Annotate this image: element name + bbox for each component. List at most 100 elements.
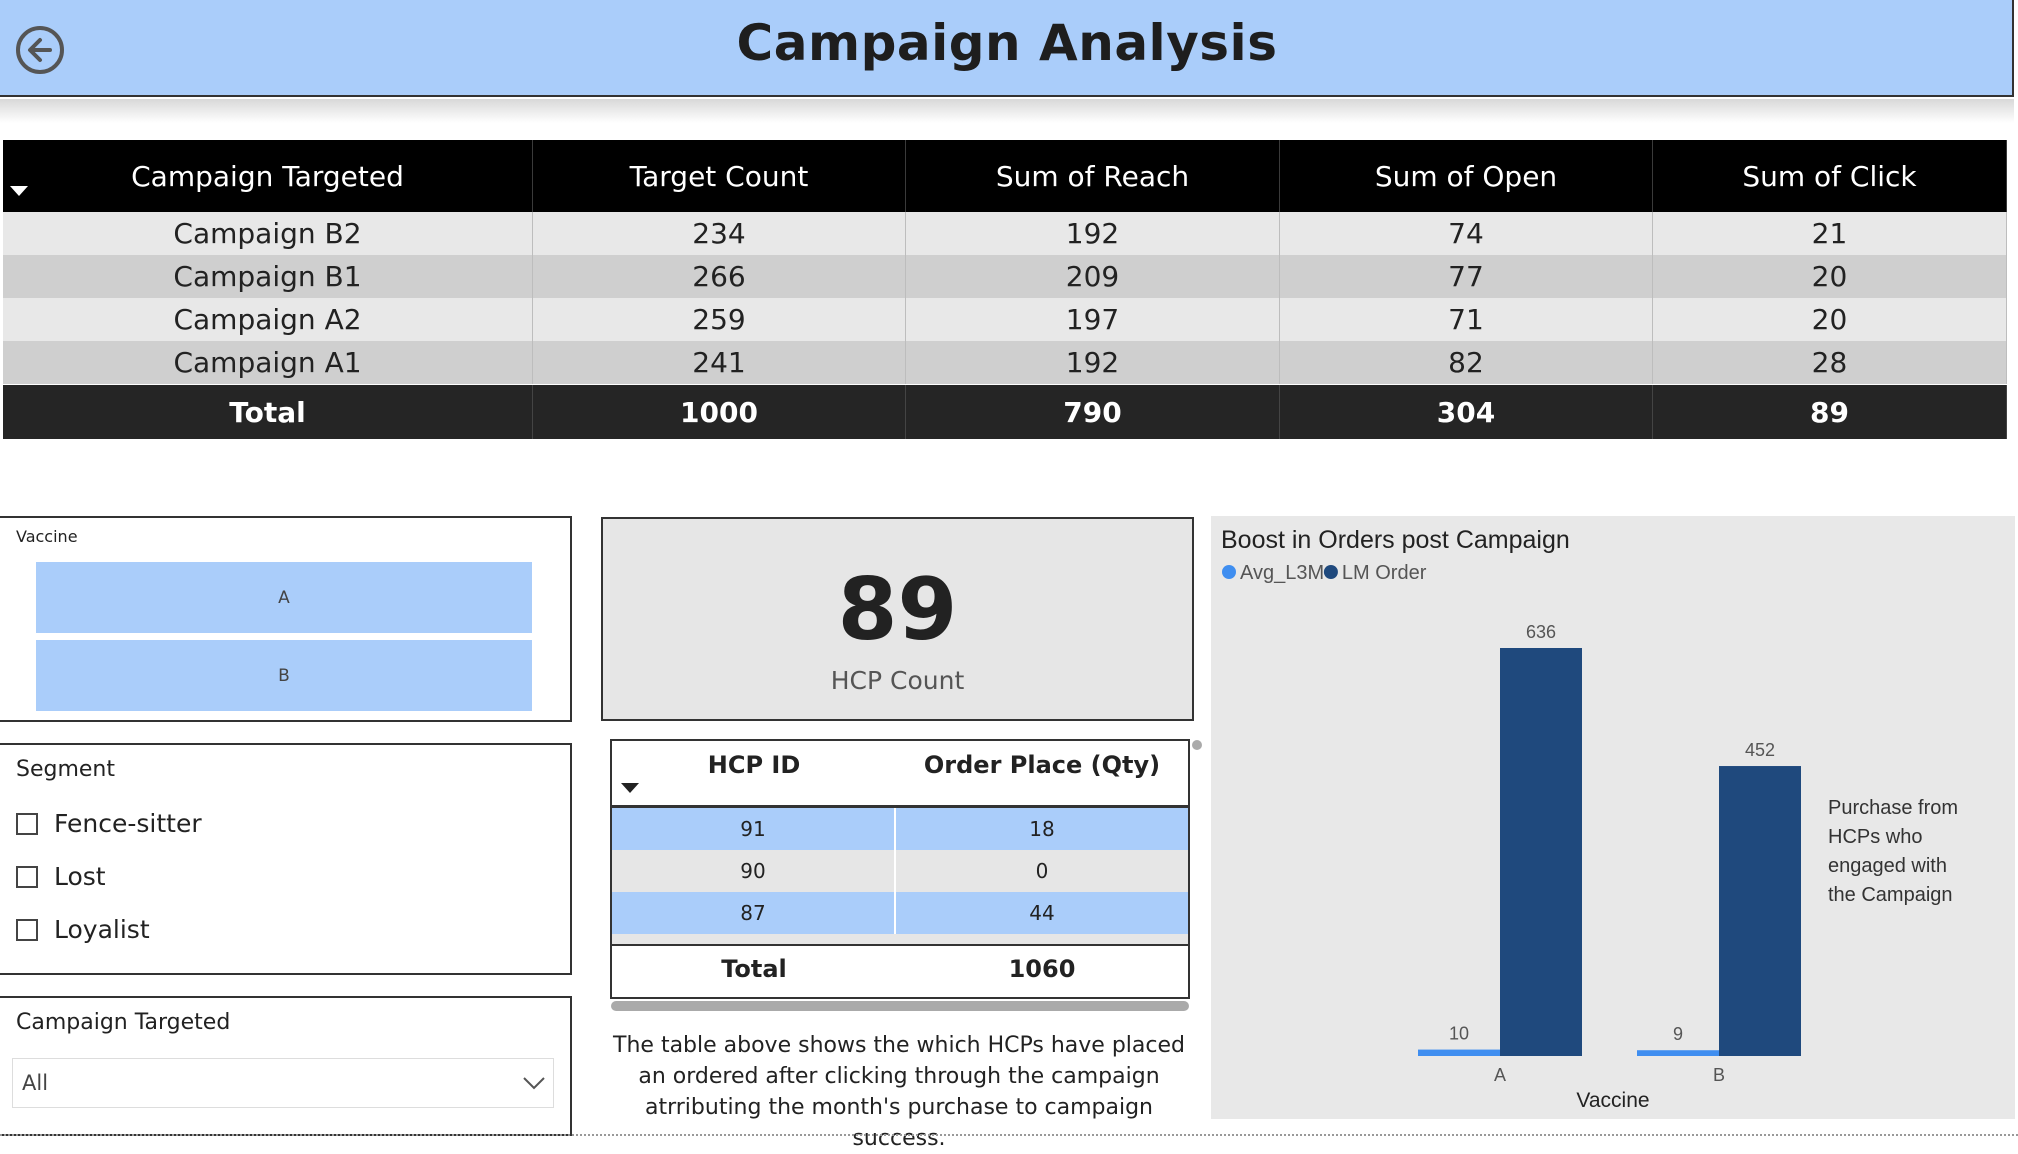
table-row[interactable]: 91 18 [612, 808, 1188, 850]
header-shadow [0, 99, 2014, 123]
table-cell: 91 [612, 808, 896, 850]
table-row[interactable]: Campaign A2 259 197 71 20 [3, 298, 2007, 341]
page-title: Campaign Analysis [736, 14, 1278, 72]
table-cell: 28 [1653, 341, 2007, 384]
horizontal-scrollbar[interactable] [611, 1001, 1189, 1011]
data-label: 636 [1526, 622, 1556, 642]
table-cell: 304 [1280, 385, 1653, 439]
page-bottom-border [0, 1134, 2018, 1136]
column-header[interactable]: Target Count [533, 140, 906, 212]
table-cell: 234 [533, 212, 906, 255]
segment-option-fence-sitter[interactable]: Fence-sitter [16, 809, 202, 838]
legend-marker [1222, 565, 1236, 579]
table-cell: 266 [533, 255, 906, 298]
data-label: 9 [1673, 1024, 1683, 1044]
vaccine-slicer-title: Vaccine [16, 527, 78, 546]
table-cell: 1000 [533, 385, 906, 439]
chart-annotation-line: the Campaign [1828, 884, 1953, 906]
column-header[interactable]: Sum of Reach [906, 140, 1280, 212]
table-cell: 241 [533, 341, 906, 384]
bar-lm-order-b [1719, 766, 1801, 1056]
chart-annotation-line: Purchase from [1828, 797, 1958, 819]
table-cell: Campaign B2 [3, 212, 533, 255]
checkbox[interactable] [16, 918, 38, 941]
table-cell: 89 [1653, 385, 2007, 439]
hcp-table-header: HCP ID Order Place (Qty) [612, 741, 1188, 808]
bar-lm-order-a [1500, 648, 1582, 1056]
chart-annotation-line: engaged with [1828, 855, 1947, 877]
table-cell: 20 [1653, 298, 2007, 341]
segment-option-label: Loyalist [54, 915, 150, 944]
table-cell: Campaign A1 [3, 341, 533, 384]
x-tick-label: A [1494, 1065, 1506, 1085]
bar-avg-l3m-a [1418, 1049, 1500, 1056]
data-label: 452 [1745, 740, 1775, 760]
table-cell: 21 [1653, 212, 2007, 255]
campaign-slicer-title: Campaign Targeted [16, 1010, 231, 1035]
table-row[interactable]: Campaign B2 234 192 74 21 [3, 212, 2007, 255]
vertical-scrollbar-thumb[interactable] [1192, 740, 1202, 750]
table-row[interactable]: Campaign B1 266 209 77 20 [3, 255, 2007, 298]
table-row[interactable]: 90 0 [612, 850, 1188, 892]
campaign-table: Campaign Targeted Target Count Sum of Reac… [3, 140, 2007, 488]
chart-title: Boost in Orders post Campaign [1221, 526, 1570, 554]
chart-annotation: Purchase from HCPs who engaged with the Cam… [1828, 797, 1958, 906]
x-tick-label: B [1713, 1065, 1725, 1085]
table-cell: 90 [612, 850, 896, 892]
column-header[interactable]: Sum of Click [1653, 140, 2007, 212]
column-header[interactable]: Campaign Targeted [3, 140, 533, 212]
legend-label-0: Avg_L3M [1240, 562, 1324, 584]
table-cell: 0 [1035, 859, 1049, 883]
table-total-row[interactable]: Total 1000 790 304 89 [3, 385, 2007, 439]
table-cell: 71 [1280, 298, 1653, 341]
segment-option-label: Fence-sitter [54, 809, 202, 838]
checkbox[interactable] [16, 812, 38, 835]
campaign-dropdown[interactable]: All [12, 1058, 554, 1108]
hcp-count-value: 89 [837, 560, 958, 660]
table-header-row: Campaign Targeted Target Count Sum of Reac… [3, 140, 2007, 212]
table-cell: Total [3, 385, 533, 439]
hcp-order-table: HCP ID Order Place (Qty) 91 18 90 0 87 44 Total 1… [610, 739, 1190, 999]
campaign-dropdown-value: All [22, 1071, 49, 1095]
segment-option-lost[interactable]: Lost [16, 862, 106, 891]
table-total-row: Total 1060 [612, 944, 1188, 992]
segment-slicer-title: Segment [16, 757, 115, 782]
checkbox[interactable] [16, 865, 38, 888]
table-cell: 74 [1280, 212, 1653, 255]
table-cell: Total [721, 955, 787, 983]
sort-descending-icon[interactable] [621, 783, 639, 793]
bar-avg-l3m-b [1637, 1050, 1719, 1056]
table-row[interactable]: Campaign A1 241 192 82 28 [3, 341, 2007, 384]
legend-label-1: LM Order [1342, 562, 1427, 584]
vaccine-option-a[interactable]: A [36, 562, 532, 633]
table-cell: 192 [906, 212, 1280, 255]
column-header[interactable]: Order Place (Qty) [896, 741, 1188, 805]
table-cell: Campaign B1 [3, 255, 533, 298]
table-cell: 259 [533, 298, 906, 341]
orders-bar-chart: Boost in Orders post Campaign Avg_L3M LM O… [1221, 526, 1958, 1112]
table-cell: 1060 [1008, 955, 1076, 983]
legend-marker [1323, 565, 1338, 579]
table-cell: 790 [906, 385, 1280, 439]
segment-option-label: Lost [54, 862, 106, 891]
table-cell: 20 [1653, 255, 2007, 298]
table-cell: 77 [1280, 255, 1653, 298]
column-header[interactable]: Sum of Open [1280, 140, 1653, 212]
table-cell: 44 [1029, 901, 1055, 925]
table-cell: Campaign A2 [3, 298, 533, 341]
hcp-count-label: HCP Count [830, 666, 965, 695]
table-row[interactable]: 87 44 [612, 892, 1188, 934]
table-cell: 18 [1029, 817, 1055, 841]
sort-descending-icon[interactable] [10, 186, 28, 196]
table-cell: 192 [906, 341, 1280, 384]
table-cell: 197 [906, 298, 1280, 341]
segment-option-loyalist[interactable]: Loyalist [16, 915, 150, 944]
vaccine-option-b[interactable]: B [36, 640, 532, 711]
x-axis-title: Vaccine [1576, 1089, 1649, 1112]
column-header[interactable]: HCP ID [612, 741, 896, 805]
chart-annotation-line: HCPs who [1828, 826, 1922, 848]
table-cell: 209 [906, 255, 1280, 298]
chevron-down-icon[interactable] [522, 1075, 546, 1094]
table-cell: 82 [1280, 341, 1653, 384]
data-label: 10 [1449, 1024, 1469, 1044]
